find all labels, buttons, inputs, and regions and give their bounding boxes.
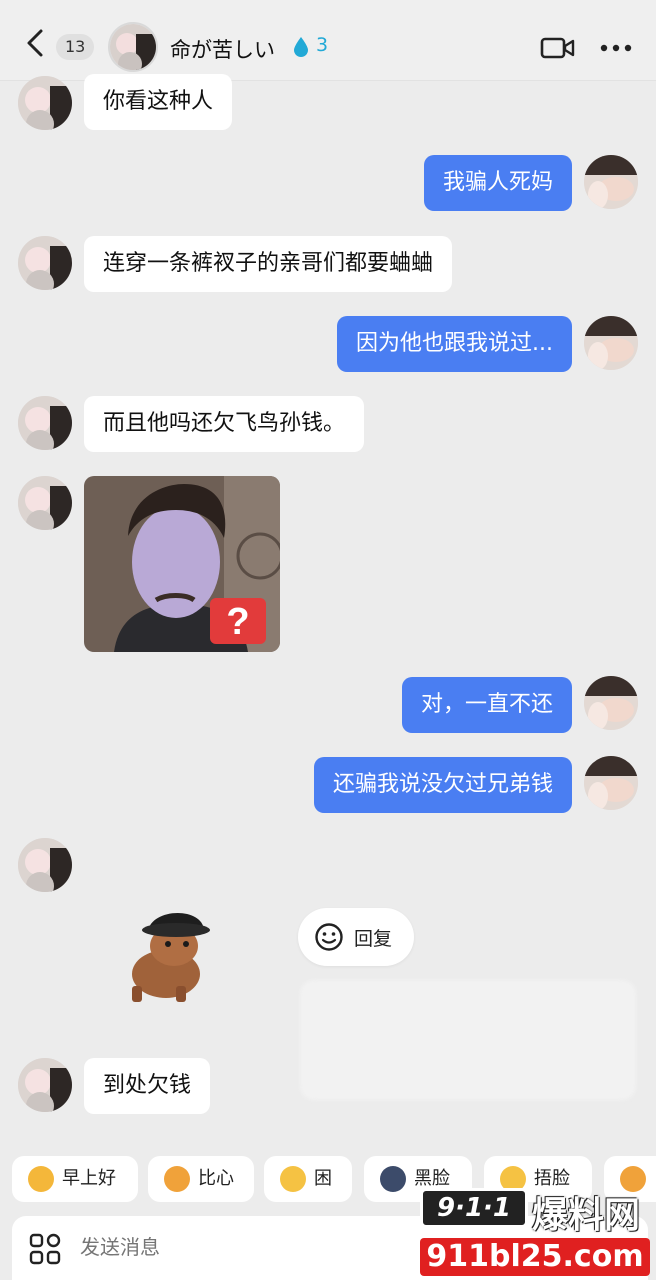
sun-emoji-icon	[28, 1166, 54, 1192]
message-bubble[interactable]: 我骗人死妈	[423, 155, 572, 211]
message-bubble[interactable]: 你看这种人	[84, 74, 233, 130]
contact-avatar[interactable]	[18, 1058, 72, 1112]
my-avatar[interactable]	[584, 756, 638, 810]
unread-badge: 13	[56, 34, 95, 60]
contact-avatar[interactable]	[18, 236, 72, 290]
contact-avatar[interactable]	[18, 396, 72, 450]
more-icon[interactable]	[600, 44, 632, 52]
contact-avatar[interactable]	[18, 76, 72, 130]
dark-face-emoji-icon	[380, 1166, 406, 1192]
heart-hands-emoji-icon	[164, 1166, 190, 1192]
quick-reply-chip[interactable]: 困	[264, 1156, 352, 1202]
watermark-logo: 9·1·1 爆料网	[420, 1186, 656, 1236]
my-avatar[interactable]	[584, 676, 638, 730]
chevron-left-icon[interactable]	[22, 28, 48, 58]
video-call-icon[interactable]	[540, 36, 576, 60]
chat-header: 13 命が苦しい 3	[0, 0, 656, 81]
water-drop-icon	[294, 37, 308, 57]
question-badge: ?	[226, 601, 249, 643]
message-bubble[interactable]: 还骗我说没欠过兄弟钱	[313, 757, 572, 813]
chip-label: 比心	[198, 1168, 234, 1189]
message-bubble[interactable]: 因为他也跟我说过...	[337, 316, 572, 372]
reply-button[interactable]: 回复	[298, 908, 414, 966]
message-bubble[interactable]: 对，一直不还	[401, 677, 572, 733]
my-avatar[interactable]	[584, 155, 638, 209]
contact-avatar[interactable]	[18, 838, 72, 892]
watermark-url: 911bl25.com	[420, 1238, 650, 1276]
watermark-title: 爆料网	[532, 1195, 641, 1236]
contact-name[interactable]: 命が苦しい	[170, 34, 275, 64]
message-bubble[interactable]: 而且他吗还欠飞鸟孙钱。	[84, 396, 365, 452]
contact-avatar[interactable]	[18, 476, 72, 530]
blurred-overlay	[300, 980, 636, 1100]
apps-grid-icon[interactable]	[28, 1232, 62, 1266]
smile-icon	[315, 923, 343, 951]
image-message[interactable]: ?	[84, 476, 280, 652]
contact-avatar[interactable]	[108, 22, 158, 72]
sleepy-emoji-icon	[280, 1166, 306, 1192]
message-bubble[interactable]: 连穿一条裤衩子的亲哥们都要蛐蛐	[84, 236, 453, 292]
quick-reply-chip[interactable]: 早上好	[12, 1156, 138, 1202]
drop-count: 3	[316, 34, 329, 56]
watermark-logo-mark: 9·1·1	[420, 1188, 528, 1228]
my-avatar[interactable]	[584, 316, 638, 370]
reply-label: 回复	[354, 928, 393, 950]
portrait-photo: ?	[84, 476, 280, 652]
chip-label: 困	[314, 1168, 332, 1189]
chip-label: 早上好	[62, 1168, 116, 1189]
message-bubble[interactable]: 到处欠钱	[84, 1058, 211, 1114]
message-input[interactable]	[78, 1234, 342, 1260]
capybara-sticker[interactable]	[118, 904, 214, 1004]
quick-reply-chip[interactable]: 比心	[148, 1156, 254, 1202]
